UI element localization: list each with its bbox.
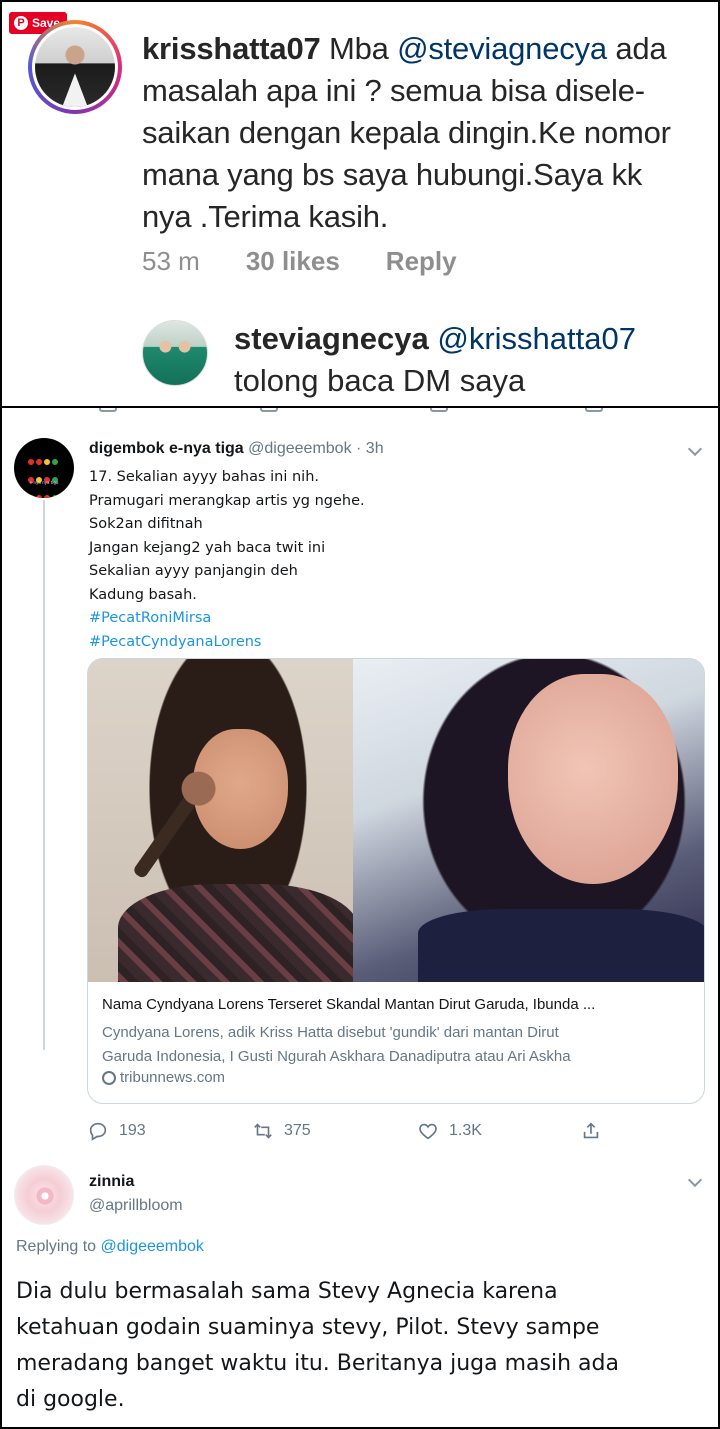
reply-display-name[interactable]: zinnia: [89, 1173, 134, 1191]
reply-icon: [89, 1122, 107, 1141]
comment-line-3: saikan dengan kepala dingin.Ke nomor: [142, 115, 671, 150]
reply-author-avatar[interactable]: [14, 1165, 74, 1225]
tweet-header: digembok e-nya tiga @digeeembok · 3h: [89, 440, 384, 458]
thread-line: [43, 500, 45, 1050]
instagram-comment-screenshot: P Save krisshatta07 Mba @steviagnecya ad…: [0, 0, 720, 408]
replying-to: Replying to @digeeembok: [16, 1238, 204, 1256]
reply-line: ketahuan godain suaminya stevy, Pilot. S…: [16, 1315, 600, 1340]
instagram-comment-text: krisshatta07 Mba @steviagnecya ada masal…: [142, 28, 702, 238]
link-icon: [99, 1067, 119, 1088]
hashtag-link[interactable]: #PecatCyndyanaLorens: [89, 631, 689, 655]
avatar-caption: e-nya nya tiga: [29, 480, 59, 485]
link-preview-description: Cyndyana Lorens, adik Kriss Hatta disebu…: [102, 1021, 694, 1069]
instagram-reply-text: steviagnecya @krisshatta07 tolong baca D…: [234, 318, 704, 402]
link-domain-text: tribunnews.com: [120, 1069, 226, 1086]
tweet-author-avatar[interactable]: e-nya nya tiga: [14, 438, 74, 498]
link-preview-description-line: Garuda Indonesia, I Gusti Ngurah Askhara…: [102, 1048, 571, 1065]
tweet-line: Kadung basah.: [89, 586, 197, 603]
replying-to-prefix: Replying to: [16, 1238, 101, 1255]
reply-count: 193: [119, 1122, 146, 1139]
heart-icon: [419, 1123, 437, 1140]
link-preview-description-line: Cyndyana Lorens, adik Kriss Hatta disebu…: [102, 1024, 559, 1041]
link-preview-domain: tribunnews.com: [99, 1067, 226, 1088]
comment-line-4: mana yang bs saya hubungi.Saya kk: [142, 157, 643, 192]
comment-line-5: nya .Terima kasih.: [142, 199, 389, 234]
tweet-time[interactable]: 3h: [366, 440, 384, 457]
tweet-line: Sekalian ayyy panjangin deh: [89, 563, 298, 579]
like-count: 1.3K: [449, 1122, 482, 1139]
reply-line: di google.: [16, 1387, 125, 1412]
reply-body: tolong baca DM saya: [234, 363, 526, 398]
pinterest-icon: P: [14, 16, 28, 30]
previous-tweet-actions-cut: [2, 408, 718, 414]
share-action[interactable]: [580, 1120, 602, 1142]
comment-likes[interactable]: 30 likes: [246, 246, 340, 277]
comment-meta: 53 m 30 likes Reply: [142, 246, 503, 277]
link-preview-image: [88, 659, 704, 982]
tweet-menu-chevron-down-icon[interactable]: [687, 441, 703, 457]
comment-line-1-post: ada: [606, 31, 667, 66]
reply-handle[interactable]: @aprillbloom: [89, 1197, 183, 1215]
commenter-avatar[interactable]: [28, 20, 122, 114]
link-preview-card[interactable]: Nama Cyndyana Lorens Terseret Skandal Ma…: [87, 658, 705, 1104]
comment-time: 53 m: [142, 246, 200, 276]
retweet-count: 375: [284, 1122, 311, 1139]
comment-line-1-pre: Mba: [320, 31, 398, 66]
commenter-username[interactable]: krisshatta07: [142, 31, 321, 66]
tweet-separator: ·: [351, 440, 366, 457]
reply-mention[interactable]: @krisshatta07: [437, 321, 636, 356]
reply-menu-chevron-down-icon[interactable]: [687, 1172, 703, 1188]
reply-username[interactable]: steviagnecya: [234, 321, 429, 356]
tweet-line: 17. Sekalian ayyy bahas ini nih.: [89, 469, 320, 485]
reply-avatar[interactable]: [142, 320, 208, 386]
retweet-icon: [254, 1123, 272, 1139]
reply-line: Dia dulu bermasalah sama Stevy Agnecia k…: [16, 1279, 558, 1304]
replying-to-handle[interactable]: @digeeembok: [101, 1238, 204, 1255]
twitter-thread-screenshot: e-nya nya tiga digembok e-nya tiga @dige…: [0, 408, 720, 1429]
reply-action[interactable]: 193: [87, 1120, 146, 1142]
reply-tweet-text: Dia dulu bermasalah sama Stevy Agnecia k…: [16, 1274, 706, 1418]
tweet-line: Jangan kejang2 yah baca twit ini: [89, 539, 326, 556]
comment-reply-button[interactable]: Reply: [386, 246, 457, 277]
tweet-text: 17. Sekalian ayyy bahas ini nih. Pramuga…: [89, 466, 689, 654]
reply-line: meradang banget waktu itu. Beritanya jug…: [16, 1351, 619, 1376]
tweet-line: Sok2an difitnah: [89, 516, 203, 532]
tweet-actions: 193 375 1.3K: [87, 1120, 627, 1146]
retweet-action[interactable]: 375: [252, 1120, 311, 1142]
comment-line-2: masalah apa ini ? semua bisa disele-: [142, 73, 645, 108]
tweet-line: Pramugari merangkap artis yg ngehe.: [89, 492, 365, 509]
like-action[interactable]: 1.3K: [417, 1120, 482, 1142]
share-icon: [583, 1122, 599, 1139]
tweet-display-name[interactable]: digembok e-nya tiga: [89, 440, 244, 457]
comment-mention[interactable]: @steviagnecya: [397, 31, 607, 66]
link-preview-title: Nama Cyndyana Lorens Terseret Skandal Ma…: [102, 996, 596, 1013]
hashtag-link[interactable]: #PecatRoniMirsa: [89, 607, 689, 631]
tweet-handle[interactable]: @digeeembok: [248, 440, 351, 457]
